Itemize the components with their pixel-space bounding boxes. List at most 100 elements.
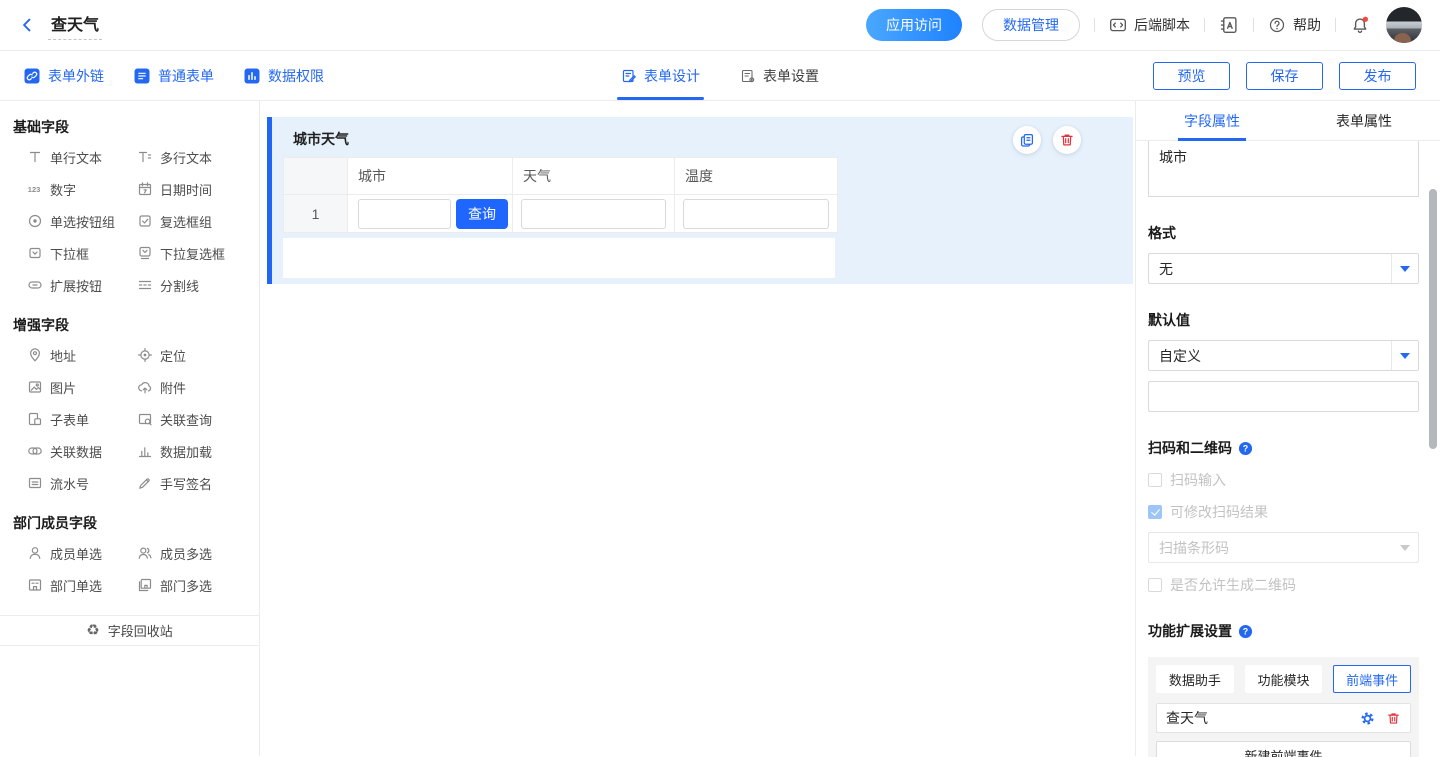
- tab-form-design[interactable]: 表单设计: [621, 51, 700, 100]
- enhanced-fields-grid: 地址 定位 图片 附件 子表单 关联查询 关联数据 数据加载 流水号 手写签名: [0, 339, 259, 499]
- field-item-extension-button[interactable]: 扩展按钮: [14, 269, 124, 301]
- subform-title: 城市天气: [293, 129, 1133, 149]
- field-item-signature[interactable]: 手写签名: [124, 467, 234, 499]
- scan-input-option[interactable]: 扫码输入: [1148, 470, 1419, 490]
- bar-chart-icon: [137, 443, 153, 459]
- help-badge-icon[interactable]: ?: [1238, 624, 1253, 639]
- custom-default-value-input[interactable]: [1148, 381, 1419, 412]
- avatar[interactable]: [1386, 7, 1422, 43]
- copy-widget-button[interactable]: [1013, 126, 1041, 154]
- app-access-button[interactable]: 应用访问: [866, 9, 962, 41]
- form-title[interactable]: 查天气: [48, 11, 102, 40]
- frontend-event-row[interactable]: 查天气: [1156, 703, 1411, 733]
- default-value-select-value: 自定义: [1159, 346, 1201, 366]
- field-recycle-bin-button[interactable]: ♻ 字段回收站: [0, 615, 259, 646]
- field-item-datetime[interactable]: 日期时间: [124, 173, 234, 205]
- field-item-dept-multi[interactable]: 部门多选: [124, 569, 234, 601]
- new-frontend-event-button[interactable]: 新建前端事件: [1156, 741, 1411, 757]
- tab-field-properties[interactable]: 字段属性: [1136, 101, 1288, 140]
- field-item-member-single[interactable]: 成员单选: [14, 537, 124, 569]
- divider: [1335, 18, 1336, 32]
- field-item-address[interactable]: 地址: [14, 339, 124, 371]
- subform-widget-selected[interactable]: 城市天气 城市 天气 温度: [267, 117, 1133, 284]
- scan-input-option-label: 扫码输入: [1170, 470, 1226, 490]
- form-icon: [134, 68, 150, 84]
- field-item-label: 手写签名: [160, 474, 212, 493]
- field-item-label: 地址: [50, 346, 76, 365]
- checkbox-checked[interactable]: [1148, 505, 1162, 519]
- city-input[interactable]: [358, 199, 451, 229]
- field-item-linked-query[interactable]: 关联查询: [124, 403, 234, 435]
- field-item-subform[interactable]: 子表单: [14, 403, 124, 435]
- publish-button[interactable]: 发布: [1339, 62, 1416, 90]
- topbar-actions: 应用访问 数据管理 后端脚本 帮助: [866, 7, 1422, 43]
- backend-script-button[interactable]: 后端脚本: [1109, 15, 1190, 35]
- data-manage-button[interactable]: 数据管理: [982, 9, 1080, 41]
- field-item-serial-number[interactable]: 流水号: [14, 467, 124, 499]
- form-canvas[interactable]: 城市天气 城市 天气 温度: [260, 101, 1135, 756]
- field-item-dropdown[interactable]: 下拉框: [14, 237, 124, 269]
- subform-empty-area[interactable]: [283, 238, 835, 278]
- bell-icon[interactable]: [1350, 15, 1370, 35]
- panel-scrollbar[interactable]: [1429, 189, 1437, 449]
- text-icon: [27, 149, 43, 165]
- field-item-label: 定位: [160, 346, 186, 365]
- tab-data-assistant[interactable]: 数据助手: [1156, 665, 1234, 693]
- allow-qr-option-label: 是否允许生成二维码: [1170, 575, 1296, 595]
- column-header-weather[interactable]: 天气: [513, 158, 675, 195]
- delete-widget-button[interactable]: [1053, 126, 1081, 154]
- temperature-cell: [675, 195, 838, 233]
- tab-form-settings[interactable]: 表单设置: [740, 51, 819, 100]
- field-item-member-multi[interactable]: 成员多选: [124, 537, 234, 569]
- field-item-label: 复选框组: [160, 212, 212, 231]
- contacts-icon[interactable]: [1219, 15, 1239, 35]
- subform-icon: [27, 411, 43, 427]
- section-title-enhanced-fields: 增强字段: [13, 315, 259, 335]
- editable-scan-result-option[interactable]: 可修改扫码结果: [1148, 502, 1419, 522]
- app-window: 查天气 应用访问 数据管理 后端脚本 帮助 表单外链: [0, 0, 1440, 756]
- column-header-temperature[interactable]: 温度: [675, 158, 838, 195]
- checkbox-unchecked[interactable]: [1148, 578, 1162, 592]
- frontend-event-name: 查天气: [1166, 708, 1349, 728]
- format-select[interactable]: 无: [1148, 253, 1419, 284]
- chevron-down-icon: [1400, 353, 1410, 359]
- trash-icon[interactable]: [1386, 711, 1401, 726]
- weather-input[interactable]: [521, 199, 666, 229]
- tab-function-module[interactable]: 功能模块: [1245, 665, 1323, 693]
- field-item-label: 单行文本: [50, 148, 102, 167]
- gear-icon[interactable]: [1360, 711, 1375, 726]
- field-item-dept-single[interactable]: 部门单选: [14, 569, 124, 601]
- column-header-city[interactable]: 城市: [348, 158, 513, 195]
- form-external-link-button[interactable]: 表单外链: [24, 66, 104, 86]
- caret-box: [1391, 533, 1418, 562]
- field-title-input[interactable]: 城市: [1148, 141, 1419, 197]
- field-item-multi-line-text[interactable]: 多行文本: [124, 141, 234, 173]
- field-item-number[interactable]: 123 数字: [14, 173, 124, 205]
- field-item-single-line-text[interactable]: 单行文本: [14, 141, 124, 173]
- field-item-attachment[interactable]: 附件: [124, 371, 234, 403]
- tab-frontend-event[interactable]: 前端事件: [1333, 665, 1411, 693]
- field-item-data-load[interactable]: 数据加载: [124, 435, 234, 467]
- default-value-select[interactable]: 自定义: [1148, 340, 1419, 371]
- checkbox-unchecked[interactable]: [1148, 473, 1162, 487]
- help-button[interactable]: 帮助: [1268, 15, 1321, 35]
- temperature-input[interactable]: [683, 199, 829, 229]
- field-item-linked-data[interactable]: 关联数据: [14, 435, 124, 467]
- data-permission-button[interactable]: 数据权限: [244, 66, 324, 86]
- field-item-location[interactable]: 定位: [124, 339, 234, 371]
- allow-qr-option[interactable]: 是否允许生成二维码: [1148, 575, 1419, 595]
- preview-button[interactable]: 预览: [1153, 62, 1230, 90]
- save-button[interactable]: 保存: [1246, 62, 1323, 90]
- field-item-multi-dropdown[interactable]: 下拉复选框: [124, 237, 234, 269]
- field-item-radio-group[interactable]: 单选按钮组: [14, 205, 124, 237]
- field-item-divider[interactable]: 分割线: [124, 269, 234, 301]
- query-button[interactable]: 查询: [456, 199, 508, 229]
- help-badge-icon[interactable]: ?: [1238, 441, 1253, 456]
- back-icon[interactable]: [18, 16, 36, 34]
- plain-form-button[interactable]: 普通表单: [134, 66, 214, 86]
- svg-text:123: 123: [28, 185, 41, 194]
- field-item-image[interactable]: 图片: [14, 371, 124, 403]
- field-item-checkbox-group[interactable]: 复选框组: [124, 205, 234, 237]
- tab-form-properties[interactable]: 表单属性: [1288, 101, 1440, 140]
- field-item-label: 数字: [50, 180, 76, 199]
